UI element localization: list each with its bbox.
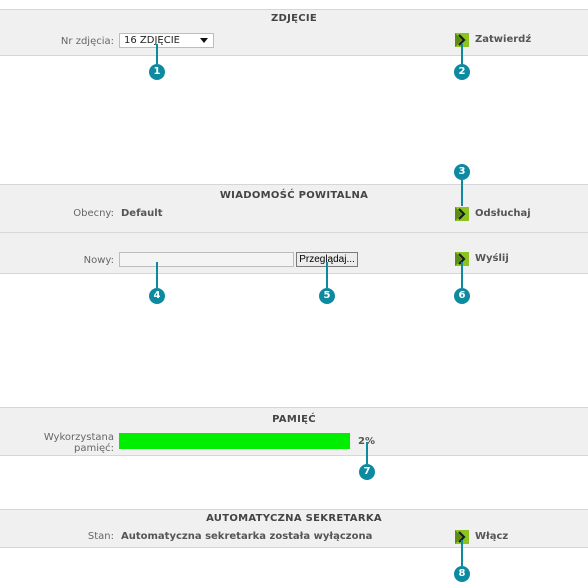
- callout-3-line: [461, 180, 463, 206]
- photo-number-value: 16 ZDJĘCIE: [124, 35, 180, 46]
- callout-4-badge: 4: [149, 288, 165, 304]
- callout-5-badge: 5: [319, 288, 335, 304]
- callout-2-badge: 2: [454, 64, 470, 80]
- green-arrow-icon: [455, 252, 469, 266]
- greeting-new-label: Nowy:: [83, 255, 114, 266]
- callout-6-line: [461, 262, 463, 288]
- callout-8-badge: 8: [454, 566, 470, 582]
- green-arrow-icon: [455, 33, 469, 47]
- greeting-current-value: Default: [121, 208, 163, 219]
- callout-1-line: [156, 44, 158, 64]
- memory-usage-bar: [119, 433, 350, 449]
- greeting-file-input[interactable]: [119, 252, 294, 267]
- memory-title: PAMIĘĆ: [272, 414, 316, 425]
- photo-number-label: Nr zdjęcia:: [60, 36, 114, 47]
- callout-5-line: [326, 262, 328, 288]
- greeting-divider: [0, 232, 588, 233]
- callout-7-line: [366, 442, 368, 464]
- memory-used-label: Wykorzystana pamięć:: [10, 432, 114, 454]
- callout-3-badge: 3: [454, 164, 470, 180]
- greeting-title: WIADOMOŚĆ POWITALNA: [219, 190, 369, 201]
- listen-label: Odsłuchaj: [475, 208, 531, 219]
- send-label: Wyślij: [475, 253, 509, 264]
- callout-8-line: [461, 540, 463, 566]
- callout-6-badge: 6: [454, 288, 470, 304]
- confirm-label: Zatwierdź: [475, 34, 532, 45]
- callout-4-line: [156, 262, 158, 288]
- memory-used-label-line2: pamięć:: [73, 443, 114, 454]
- photo-number-select[interactable]: 16 ZDJĘCIE: [119, 33, 214, 48]
- callout-2-line: [461, 44, 463, 64]
- triangle-down-icon: [200, 38, 208, 43]
- greeting-current-label: Obecny:: [73, 208, 114, 219]
- green-arrow-icon: [455, 530, 469, 544]
- callout-7-badge: 7: [359, 464, 375, 480]
- photo-title: ZDJĘCIE: [270, 13, 318, 24]
- answering-machine-status-value: Automatyczna sekretarka została wyłączon…: [121, 531, 373, 542]
- enable-label: Włącz: [475, 531, 509, 542]
- green-arrow-icon: [455, 207, 469, 221]
- memory-used-label-line1: Wykorzystana: [43, 432, 114, 443]
- answering-machine-title: AUTOMATYCZNA SEKRETARKA: [206, 513, 382, 524]
- callout-1-badge: 1: [149, 64, 165, 80]
- answering-machine-status-label: Stan:: [87, 531, 114, 542]
- memory-usage-fill: [119, 433, 350, 449]
